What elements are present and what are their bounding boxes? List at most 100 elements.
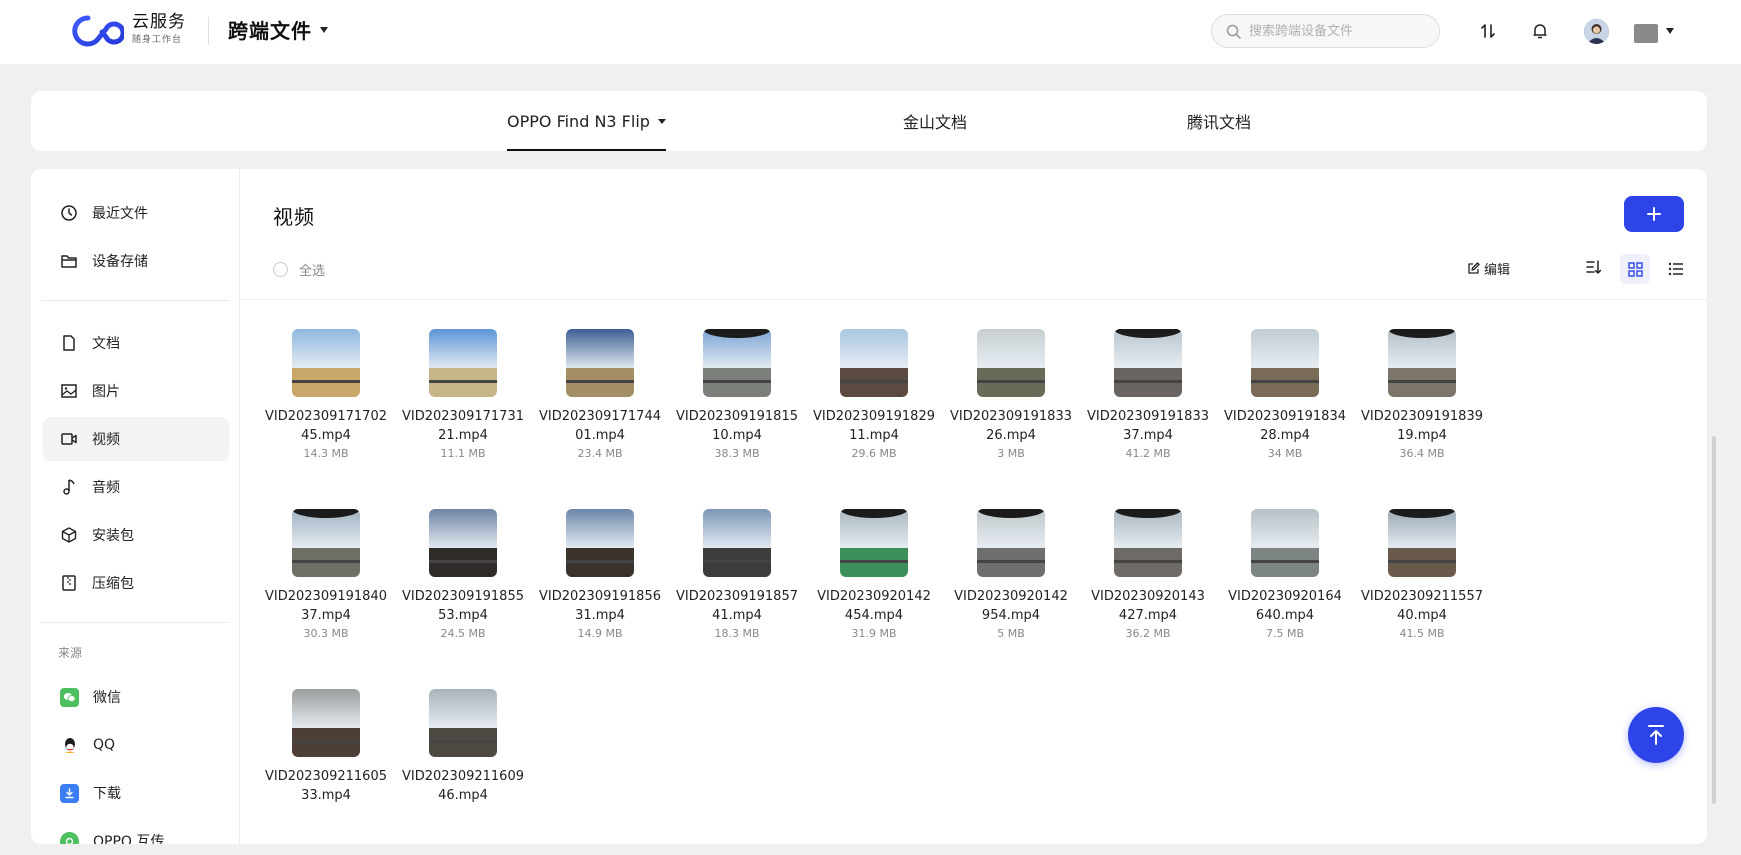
video-thumbnail[interactable] <box>1388 329 1456 397</box>
file-item[interactable]: VID202309211605 33.mp4 <box>258 689 394 807</box>
edit-button[interactable]: 编辑 <box>1467 256 1510 280</box>
sidebar-item-label: OPPO 互传 <box>93 834 165 844</box>
file-name-line: 21.mp4 <box>438 428 488 443</box>
file-name: VID202309191840 37.mp4 <box>258 587 394 625</box>
file-item[interactable]: VID202309171702 45.mp4 14.3 MB <box>258 329 394 460</box>
add-button[interactable] <box>1624 196 1684 232</box>
video-thumbnail[interactable] <box>1114 329 1182 397</box>
video-thumbnail[interactable] <box>703 509 771 577</box>
video-thumbnail[interactable] <box>292 329 360 397</box>
file-item[interactable]: VID20230920143 427.mp4 36.2 MB <box>1080 509 1216 640</box>
file-size: 3 MB <box>997 447 1025 460</box>
tab-oppo-find-n3-flip[interactable]: OPPO Find N3 Flip <box>507 91 666 151</box>
sidebar-item-downloads[interactable]: 下载 <box>43 771 229 815</box>
file-name-line: 640.mp4 <box>1255 608 1315 623</box>
file-item[interactable]: VID202309191839 19.mp4 36.4 MB <box>1354 329 1490 460</box>
file-item[interactable]: VID202309191834 28.mp4 34 MB <box>1217 329 1353 460</box>
list-view-toggle[interactable] <box>1661 254 1691 284</box>
video-thumbnail[interactable] <box>292 509 360 577</box>
file-item[interactable]: VID20230920142 954.mp4 5 MB <box>943 509 1079 640</box>
app-title: 跨端文件 <box>228 19 312 43</box>
video-thumbnail[interactable] <box>977 509 1045 577</box>
file-item[interactable]: VID202309191833 37.mp4 41.2 MB <box>1080 329 1216 460</box>
tab-kingsoft-docs[interactable]: 金山文档 <box>903 91 967 151</box>
file-item[interactable]: VID202309191833 26.mp4 3 MB <box>943 329 1079 460</box>
video-thumbnail[interactable] <box>429 509 497 577</box>
video-thumbnail[interactable] <box>429 329 497 397</box>
file-item[interactable]: VID202309191815 10.mp4 38.3 MB <box>669 329 805 460</box>
video-thumbnail[interactable] <box>977 329 1045 397</box>
file-name: VID202309171744 01.mp4 <box>532 407 668 445</box>
sidebar-item-archives[interactable]: 压缩包 <box>43 561 229 605</box>
file-name: VID202309191856 31.mp4 <box>532 587 668 625</box>
video-thumbnail[interactable] <box>840 509 908 577</box>
grid-view-toggle[interactable] <box>1620 254 1650 284</box>
video-thumbnail[interactable] <box>703 329 771 397</box>
sidebar-item-oppo-share[interactable]: OPPO 互传 <box>43 819 229 844</box>
sidebar-item-audio[interactable]: 音频 <box>43 465 229 509</box>
search-input[interactable] <box>1249 23 1429 39</box>
sidebar-item-device-storage[interactable]: 设备存储 <box>43 239 229 283</box>
file-size: 11.1 MB <box>440 447 486 460</box>
sidebar-item-label: 安装包 <box>92 528 134 544</box>
toolbar-divider <box>240 299 1707 300</box>
file-size: 38.3 MB <box>714 447 760 460</box>
video-thumbnail[interactable] <box>292 689 360 757</box>
scrollbar[interactable] <box>1712 436 1716 804</box>
transfer-icon[interactable] <box>1477 20 1499 42</box>
video-thumbnail[interactable] <box>1251 329 1319 397</box>
page-title: 视频 <box>273 205 315 229</box>
file-item[interactable]: VID202309191855 53.mp4 24.5 MB <box>395 509 531 640</box>
app-title-dropdown[interactable]: 跨端文件 <box>228 15 328 44</box>
file-name-line: 454.mp4 <box>844 608 904 623</box>
tab-tencent-docs[interactable]: 腾讯文档 <box>1187 91 1251 151</box>
scroll-to-top-button[interactable] <box>1628 707 1684 763</box>
select-all-checkbox[interactable]: 全选 <box>273 260 325 279</box>
sidebar-item-wechat[interactable]: 微信 <box>43 675 229 719</box>
caret-down-icon[interactable] <box>1666 28 1674 34</box>
video-thumbnail[interactable] <box>840 329 908 397</box>
user-avatar[interactable] <box>1584 19 1609 44</box>
file-item[interactable]: VID202309211609 46.mp4 <box>395 689 531 807</box>
sidebar-item-label: 设备存储 <box>92 254 148 270</box>
sidebar-item-recent[interactable]: 最近文件 <box>43 191 229 235</box>
file-item[interactable]: VID20230920164 640.mp4 7.5 MB <box>1217 509 1353 640</box>
account-menu[interactable] <box>1634 24 1658 43</box>
file-size: 36.4 MB <box>1399 447 1445 460</box>
file-item[interactable]: VID202309191857 41.mp4 18.3 MB <box>669 509 805 640</box>
search-box[interactable] <box>1211 14 1440 48</box>
sidebar-item-videos[interactable]: 视频 <box>43 417 229 461</box>
sidebar-item-qq[interactable]: QQ <box>43 723 229 767</box>
video-thumbnail[interactable] <box>429 689 497 757</box>
file-name-line: VID202309191857 <box>676 589 798 604</box>
device-tab-bar: OPPO Find N3 Flip 金山文档 腾讯文档 <box>31 91 1707 151</box>
sidebar-item-label: 微信 <box>93 690 121 706</box>
sidebar-item-images[interactable]: 图片 <box>43 369 229 413</box>
file-item[interactable]: VID202309171731 21.mp4 11.1 MB <box>395 329 531 460</box>
select-all-radio[interactable] <box>273 262 288 277</box>
file-item[interactable]: VID20230920142 454.mp4 31.9 MB <box>806 509 942 640</box>
edit-label: 编辑 <box>1484 262 1511 278</box>
video-thumbnail[interactable] <box>1388 509 1456 577</box>
bell-icon[interactable] <box>1529 20 1551 42</box>
top-header: 云服务 随身工作台 跨端文件 <box>0 0 1741 64</box>
file-item[interactable]: VID202309171744 01.mp4 23.4 MB <box>532 329 668 460</box>
sidebar-item-documents[interactable]: 文档 <box>43 321 229 365</box>
file-name: VID202309171702 45.mp4 <box>258 407 394 445</box>
clock-icon <box>61 205 77 221</box>
video-thumbnail[interactable] <box>566 329 634 397</box>
video-thumbnail[interactable] <box>1251 509 1319 577</box>
file-item[interactable]: VID202309191829 11.mp4 29.6 MB <box>806 329 942 460</box>
file-item[interactable]: VID202309191840 37.mp4 30.3 MB <box>258 509 394 640</box>
file-item[interactable]: VID202309211557 40.mp4 41.5 MB <box>1354 509 1490 640</box>
sort-button[interactable] <box>1585 255 1603 279</box>
video-thumbnail[interactable] <box>1114 509 1182 577</box>
video-thumbnail[interactable] <box>566 509 634 577</box>
sidebar-item-packages[interactable]: 安装包 <box>43 513 229 557</box>
sort-icon <box>1586 260 1602 274</box>
sidebar-divider <box>41 300 230 301</box>
file-size: 30.3 MB <box>303 627 349 640</box>
file-item[interactable]: VID202309191856 31.mp4 14.9 MB <box>532 509 668 640</box>
brand-subtitle: 随身工作台 <box>132 35 183 45</box>
qq-icon <box>60 736 79 755</box>
